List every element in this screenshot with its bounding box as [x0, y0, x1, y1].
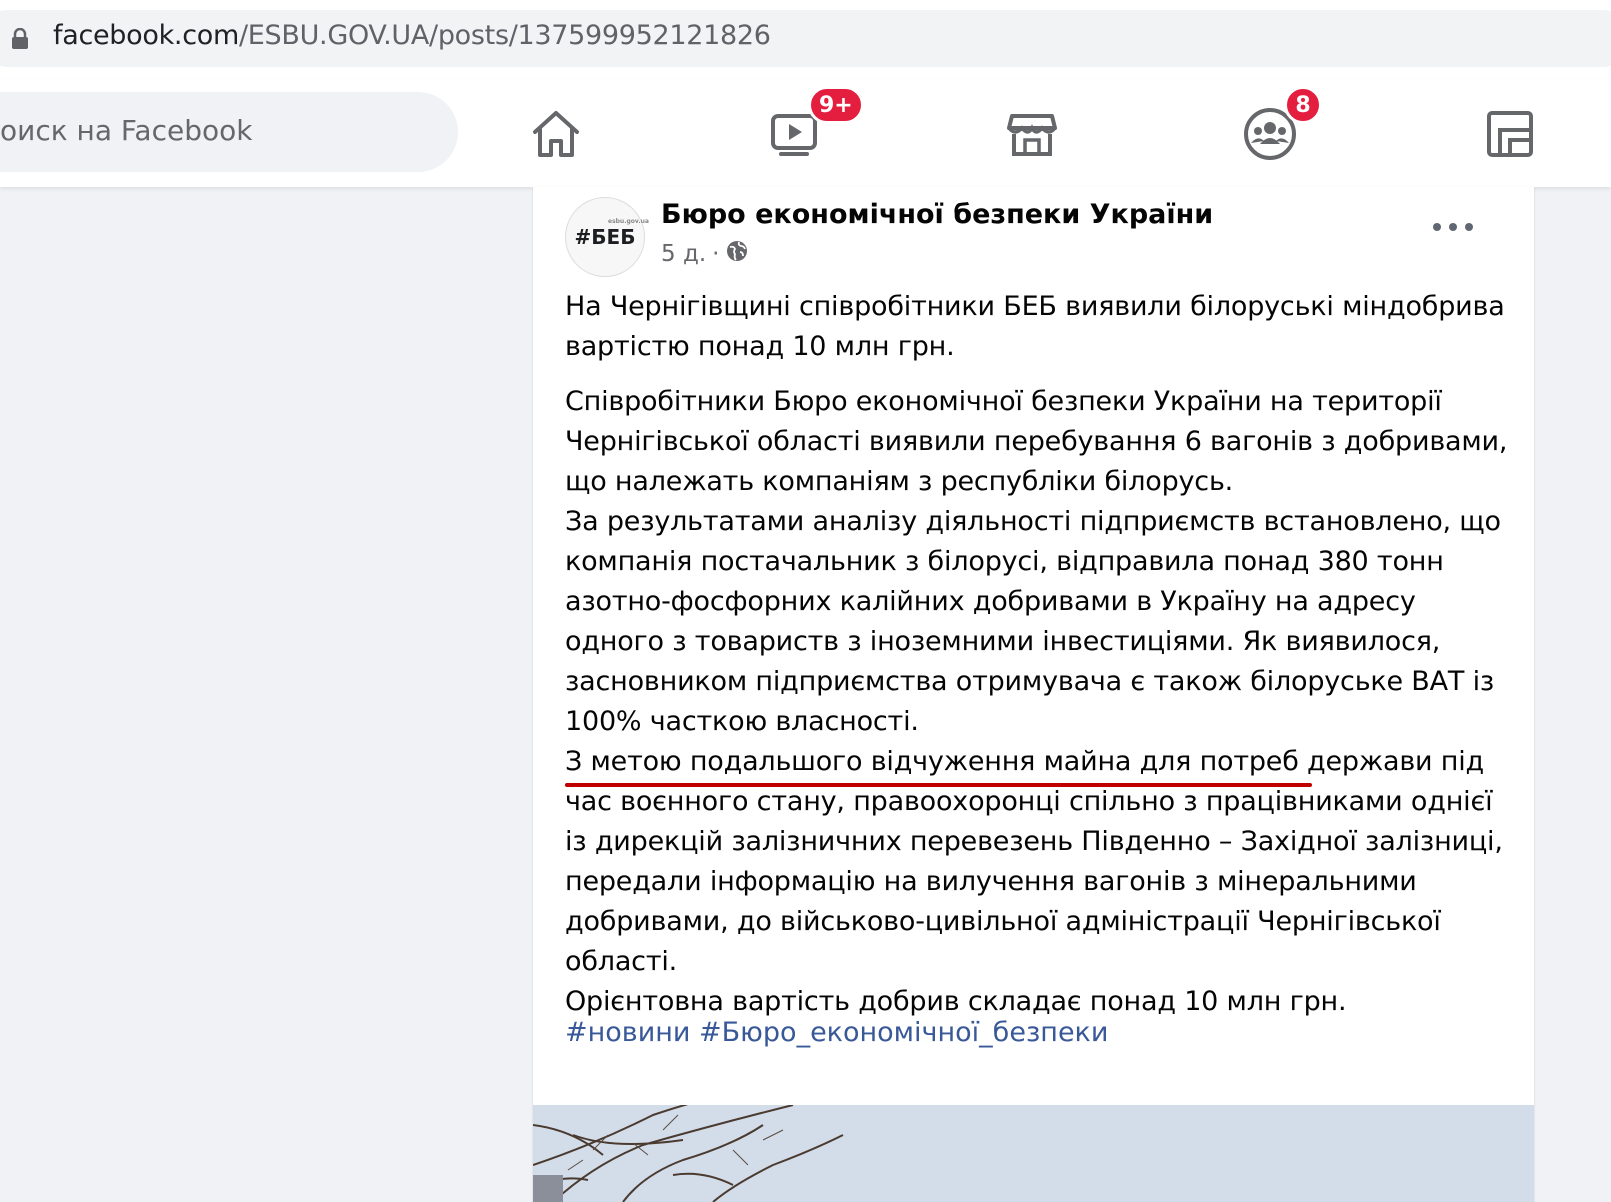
globe-icon	[725, 239, 749, 269]
url-text[interactable]: facebook.com/ESBU.GOV.UA/posts/137599952…	[53, 20, 771, 51]
page-name-link[interactable]: Бюро економічної безпеки України	[661, 199, 1213, 230]
search-placeholder: оиск на Facebook	[0, 114, 253, 147]
meta-separator: ·	[712, 241, 720, 267]
tree-branches-image	[533, 1105, 1534, 1202]
gaming-icon[interactable]	[1480, 104, 1540, 164]
post-headline: На Чернігівщині співробітники БЕБ виявил…	[565, 291, 1505, 362]
lock-icon[interactable]	[10, 27, 30, 50]
browser-url-bar: facebook.com/ESBU.GOV.UA/posts/137599952…	[0, 0, 1611, 80]
groups-notification-badge: 8	[1284, 86, 1322, 124]
search-input[interactable]: оиск на Facebook	[0, 92, 458, 172]
post-time[interactable]: 5 д.	[661, 241, 706, 267]
facebook-top-nav: оиск на Facebook 9+ 8	[0, 80, 1611, 187]
post-text: На Чернігівщині співробітники БЕБ виявил…	[565, 287, 1515, 1022]
red-underline-annotation	[565, 783, 1312, 787]
url-host: facebook.com	[53, 20, 239, 51]
url-path: /ESBU.GOV.UA/posts/137599952121826	[238, 20, 771, 51]
home-icon[interactable]	[526, 104, 586, 164]
post-body-text: Співробітники Бюро економічної безпеки У…	[565, 386, 1508, 1017]
post-hashtags[interactable]: #новини #Бюро_економічної_безпеки	[565, 1017, 1108, 1048]
post-photo[interactable]	[533, 1105, 1534, 1202]
page-avatar[interactable]: esbu.gov.ua #БЕБ	[565, 197, 649, 277]
more-options-icon[interactable]	[1433, 217, 1473, 237]
avatar-text: #БЕБ	[574, 225, 636, 249]
post-card: esbu.gov.ua #БЕБ Бюро економічної безпек…	[533, 187, 1534, 1202]
post-meta: 5 д. ·	[661, 239, 749, 269]
marketplace-icon[interactable]	[1002, 104, 1062, 164]
watch-notification-badge: 9+	[808, 86, 864, 124]
avatar-small-text: esbu.gov.ua	[608, 218, 649, 225]
